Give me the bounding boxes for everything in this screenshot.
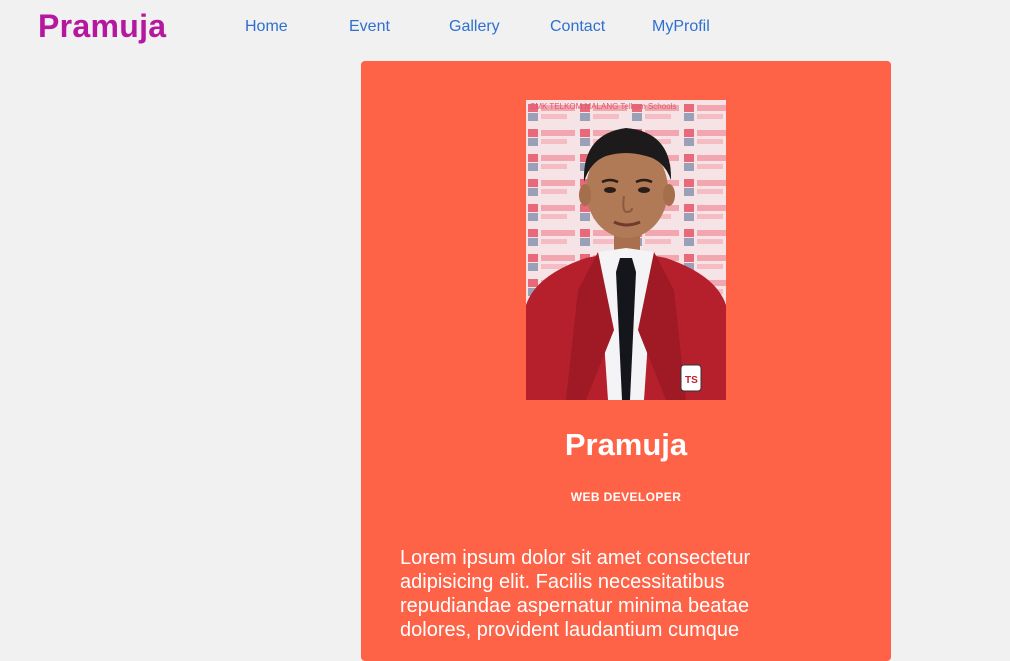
nav-link-contact[interactable]: Contact: [550, 18, 605, 36]
school-badge-text: TS: [685, 375, 698, 386]
nav-link-home[interactable]: Home: [245, 18, 288, 36]
site-logo-text[interactable]: Pramuja: [38, 8, 166, 45]
nav-link-myprofil[interactable]: MyProfil: [652, 18, 710, 36]
profile-card: SMK TELKOM MALANG Telkom Schools TS Pram…: [361, 61, 891, 661]
nav-link-gallery[interactable]: Gallery: [449, 18, 500, 36]
profile-bio: Lorem ipsum dolor sit amet consectetur a…: [400, 547, 751, 641]
backdrop-text: SMK TELKOM MALANG Telkom Schools: [530, 102, 676, 111]
nav-link-event[interactable]: Event: [349, 18, 390, 36]
profile-role: WEB DEVELOPER: [570, 490, 682, 504]
portrait-illustration: SMK TELKOM MALANG Telkom Schools TS: [526, 100, 726, 400]
top-navigation-bar: Pramuja Home Event Gallery Contact MyPro…: [0, 0, 1010, 56]
profile-name: Pramuja: [564, 427, 688, 462]
profile-photo: SMK TELKOM MALANG Telkom Schools TS: [526, 100, 726, 400]
